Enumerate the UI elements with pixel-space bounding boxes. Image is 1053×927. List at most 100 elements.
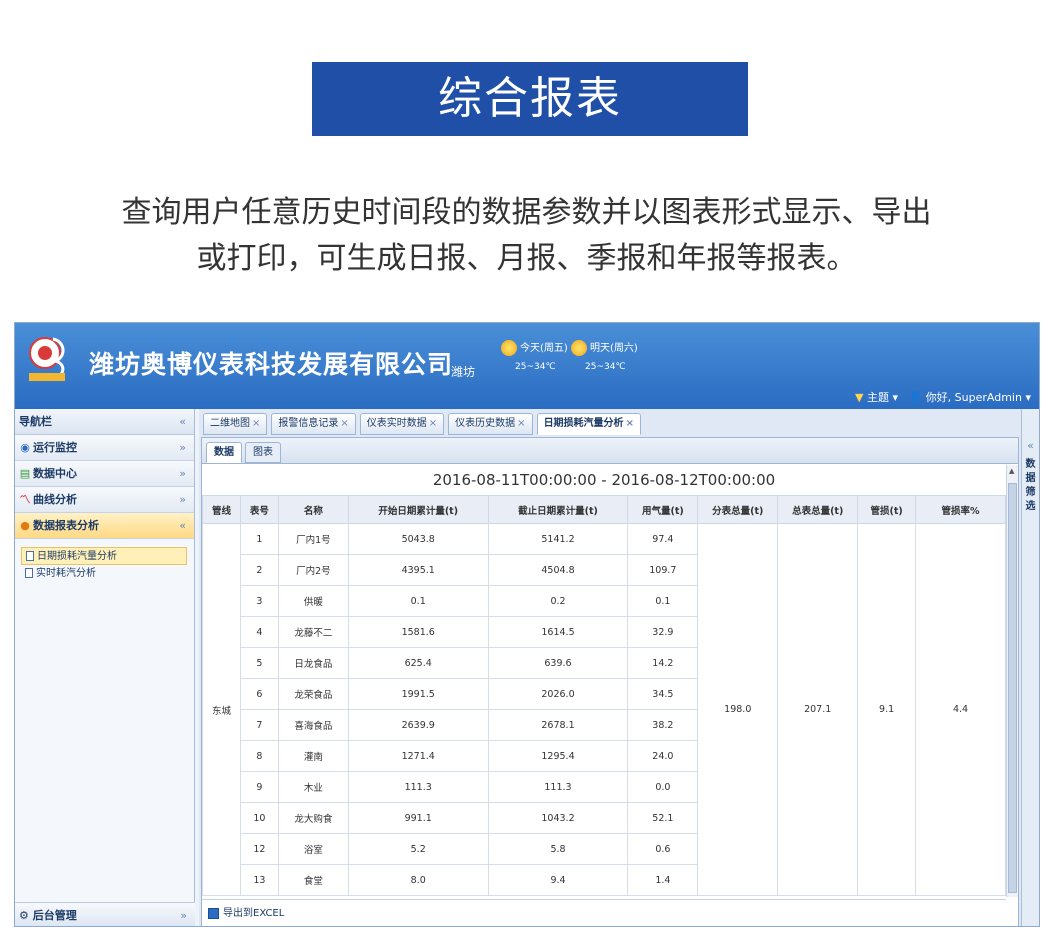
name-cell: 浴室	[277, 833, 349, 865]
start-total-cell: 8.0	[347, 864, 489, 896]
tab-history[interactable]: 仪表历史数据 ×	[448, 413, 533, 435]
meter-no-cell: 7	[239, 709, 279, 741]
usage-cell: 38.2	[627, 709, 699, 741]
meter-no-cell: 13	[239, 864, 279, 896]
app-window: 潍坊奥博仪表科技发展有限公司 潍坊 今天(周五) 25~34℃ 明天(周六) 2…	[14, 322, 1040, 927]
sidebar-sub-list: 日期损耗汽量分析 实时耗汽分析	[15, 539, 194, 583]
theme-menu[interactable]: ▼ 主题 ▾	[855, 391, 898, 404]
table-body: 东城 1 厂内1号 5043.8 5141.2 97.4 198.0 207.1 9.1 4.4 2…	[202, 523, 1006, 896]
name-cell: 日龙食品	[277, 647, 349, 679]
name-cell: 供暖	[277, 585, 349, 617]
meter-no-cell: 10	[239, 802, 279, 834]
usage-cell: 0.1	[627, 585, 699, 617]
chevron-up-icon: «	[179, 519, 186, 532]
weather-today: 今天(周五) 25~34℃	[501, 339, 568, 372]
gear-icon: ⚙	[19, 909, 29, 922]
name-cell: 龙荣食品	[277, 678, 349, 710]
tab-label: 报警信息记录	[278, 418, 339, 429]
start-total-cell: 5043.8	[347, 523, 489, 555]
tab-alarm[interactable]: 报警信息记录 ×	[271, 413, 356, 435]
column-header: 用气量(t)	[627, 495, 699, 524]
user-menu[interactable]: 👤 你好, SuperAdmin ▾	[908, 391, 1031, 404]
end-total-cell: 9.4	[487, 864, 629, 896]
name-cell: 龙大购食	[277, 802, 349, 834]
description: 查询用户任意历史时间段的数据参数并以图表形式显示、导出 或打印，可生成日报、月报…	[0, 190, 1053, 282]
sun-icon	[571, 340, 587, 356]
tab-label: 二维地图	[210, 418, 250, 429]
expand-icon[interactable]: «	[1022, 439, 1039, 452]
name-cell: 厂内2号	[277, 554, 349, 586]
filter-panel[interactable]: « 数据筛选	[1021, 409, 1039, 926]
column-header: 管损率%	[915, 495, 1006, 524]
sidebar-title: 导航栏	[19, 415, 52, 428]
close-icon[interactable]: ×	[429, 418, 437, 429]
tab-label: 仪表历史数据	[455, 418, 516, 429]
column-header: 名称	[277, 495, 349, 524]
meter-no-cell: 1	[239, 523, 279, 555]
app-header: 潍坊奥博仪表科技发展有限公司 潍坊 今天(周五) 25~34℃ 明天(周六) 2…	[15, 323, 1039, 409]
sidebar-item-report[interactable]: ● 数据报表分析 «	[15, 513, 194, 539]
sub-item-label: 实时耗汽分析	[36, 568, 96, 579]
end-total-cell: 4504.8	[487, 554, 629, 586]
tab-daily-loss[interactable]: 日期损耗汽量分析 ×	[536, 413, 641, 435]
chevron-down-icon: »	[179, 493, 186, 506]
name-cell: 灌南	[277, 740, 349, 772]
document-icon	[26, 551, 34, 561]
collapse-icon[interactable]: «	[179, 409, 186, 435]
sidebar-item-label: 数据报表分析	[33, 519, 99, 532]
meter-no-cell: 3	[239, 585, 279, 617]
subtab-bar: 数据 图表	[202, 438, 1018, 464]
name-cell: 喜海食品	[277, 709, 349, 741]
sidebar-item-admin[interactable]: ⚙ 后台管理 »	[15, 902, 195, 926]
usage-cell: 14.2	[627, 647, 699, 679]
sub-item-realtime[interactable]: 实时耗汽分析	[21, 565, 187, 583]
close-icon[interactable]: ×	[517, 418, 525, 429]
end-total-cell: 1614.5	[487, 616, 629, 648]
subtab-chart[interactable]: 图表	[245, 442, 281, 463]
start-total-cell: 4395.1	[347, 554, 489, 586]
sub-item-daily-loss[interactable]: 日期损耗汽量分析	[21, 547, 187, 565]
usage-cell: 52.1	[627, 802, 699, 834]
weather-tomorrow-temp: 25~34℃	[585, 362, 626, 372]
vertical-scrollbar[interactable]: ▲	[1006, 465, 1018, 897]
start-total-cell: 2639.9	[347, 709, 489, 741]
name-cell: 木业	[277, 771, 349, 803]
sidebar-item-curve[interactable]: 〽曲线分析 »	[15, 487, 194, 513]
usage-cell: 0.0	[627, 771, 699, 803]
sidebar-item-label: 运行监控	[33, 441, 77, 454]
scroll-up-icon[interactable]: ▲	[1009, 467, 1014, 475]
sidebar-item-data-center[interactable]: ▤ 数据中心 »	[15, 461, 194, 487]
meter-no-cell: 12	[239, 833, 279, 865]
export-excel-button[interactable]: 导出到EXCEL	[202, 899, 1006, 926]
close-icon[interactable]: ×	[252, 418, 260, 429]
sidebar-footer-label: 后台管理	[32, 909, 77, 922]
export-label: 导出到EXCEL	[223, 908, 285, 919]
column-header: 开始日期累计量(t)	[347, 495, 489, 524]
close-icon[interactable]: ×	[626, 418, 634, 429]
tab-realtime[interactable]: 仪表实时数据 ×	[359, 413, 445, 435]
pipeline-cell: 东城	[202, 523, 241, 896]
start-total-cell: 991.1	[347, 802, 489, 834]
weather-today-temp: 25~34℃	[515, 362, 556, 372]
start-total-cell: 1581.6	[347, 616, 489, 648]
curve-icon: 〽	[19, 493, 31, 506]
meter-no-cell: 4	[239, 616, 279, 648]
end-total-cell: 2026.0	[487, 678, 629, 710]
table-row: 东城 1 厂内1号 5043.8 5141.2 97.4 198.0 207.1 9.1 4.4	[202, 523, 1006, 896]
subtab-data[interactable]: 数据	[206, 442, 242, 463]
chevron-down-icon: »	[179, 467, 186, 480]
company-name: 潍坊奥博仪表科技发展有限公司	[89, 350, 454, 379]
sidebar-header: 导航栏 «	[15, 409, 194, 435]
scrollbar-thumb[interactable]	[1008, 483, 1017, 893]
tab-map[interactable]: 二维地图 ×	[203, 413, 268, 435]
tab-label: 日期损耗汽量分析	[543, 418, 624, 429]
loss-rate-cell: 4.4	[915, 523, 1006, 896]
name-cell: 厂内1号	[277, 523, 349, 555]
sidebar-item-label: 数据中心	[33, 467, 77, 480]
sidebar: 导航栏 « ◉ 运行监控 » ▤ 数据中心 » 〽曲线分析 » ● 数据报表分析 « …	[15, 409, 195, 926]
close-icon[interactable]: ×	[340, 418, 348, 429]
usage-cell: 1.4	[627, 864, 699, 896]
sidebar-item-monitor[interactable]: ◉ 运行监控 »	[15, 435, 194, 461]
company-logo	[29, 337, 65, 381]
user-bar: ▼ 主题 ▾ 👤 你好, SuperAdmin ▾	[855, 389, 1031, 405]
